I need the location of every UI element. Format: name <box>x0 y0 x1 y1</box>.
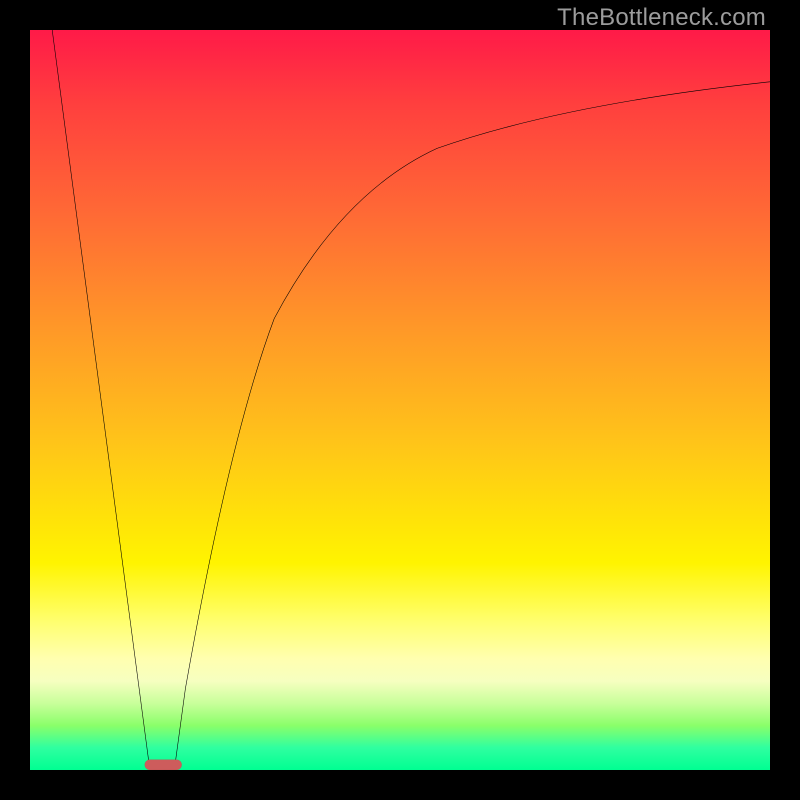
curve-overlay <box>30 30 770 770</box>
gradient-plot-area <box>30 30 770 770</box>
curve-right-rise <box>174 82 770 770</box>
chart-frame: TheBottleneck.com <box>0 0 800 800</box>
watermark-text: TheBottleneck.com <box>557 4 766 32</box>
curve-left-descent <box>52 30 150 770</box>
valley-marker <box>145 760 182 770</box>
